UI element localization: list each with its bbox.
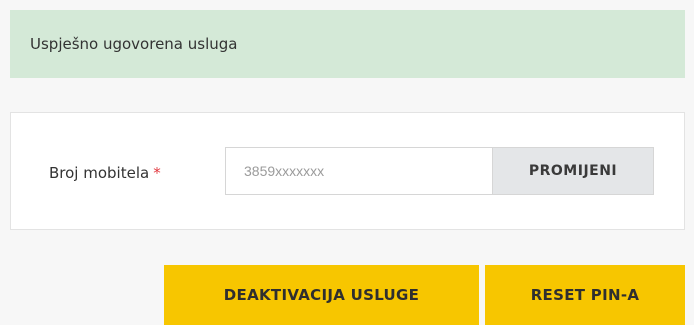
- deactivate-service-button[interactable]: DEAKTIVACIJA USLUGE: [164, 265, 479, 325]
- alert-message: Uspješno ugovorena usluga: [30, 35, 238, 53]
- required-marker: *: [153, 164, 161, 182]
- phone-form-card: Broj mobitela* PROMIJENI: [10, 112, 685, 230]
- change-number-button[interactable]: PROMIJENI: [492, 147, 654, 195]
- reset-pin-button[interactable]: RESET PIN-A: [485, 265, 685, 325]
- phone-label: Broj mobitela *: [49, 164, 161, 182]
- phone-number-input[interactable]: [225, 147, 493, 195]
- success-alert: Uspješno ugovorena usluga: [10, 10, 685, 78]
- phone-label-text: Broj mobitela: [49, 164, 150, 182]
